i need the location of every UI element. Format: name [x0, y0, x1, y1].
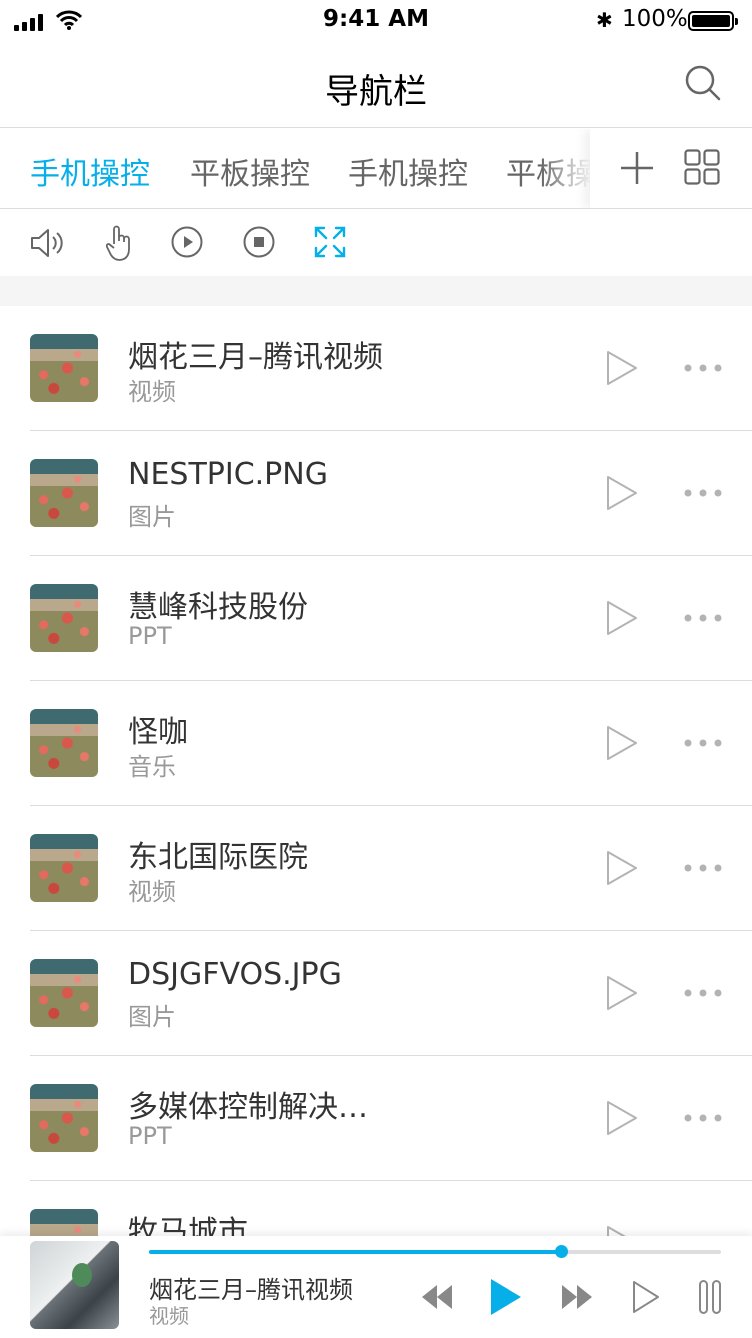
thumbnail-image	[30, 834, 98, 902]
item-name: 东北国际医院	[128, 840, 308, 875]
volume-icon[interactable]	[30, 226, 66, 260]
play-icon[interactable]	[606, 600, 638, 636]
section-separator	[0, 276, 752, 306]
more-icon[interactable]	[684, 864, 722, 872]
play-icon[interactable]	[606, 850, 638, 886]
play-icon[interactable]	[606, 975, 638, 1011]
thumbnail-image	[30, 584, 98, 652]
item-name: DSJGFVOS.JPG	[128, 957, 342, 992]
play-icon[interactable]	[606, 475, 638, 511]
rewind-icon[interactable]	[421, 1284, 453, 1310]
thumbnail-image	[30, 959, 98, 1027]
play-icon[interactable]	[606, 350, 638, 386]
status-bar: 9:41 AM ✱ 100%	[0, 0, 752, 40]
touch-icon[interactable]	[106, 224, 134, 262]
more-icon[interactable]	[684, 989, 722, 997]
play-outline-icon[interactable]	[632, 1280, 660, 1314]
page-title: 导航栏	[325, 72, 427, 112]
search-icon[interactable]	[684, 64, 722, 102]
tab-phone-control-2[interactable]: 手机操控	[348, 149, 468, 193]
item-type: PPT	[128, 622, 172, 650]
list-item[interactable]: 多媒体控制解决… PPT	[0, 1056, 752, 1181]
item-type: 视频	[128, 378, 176, 406]
more-icon[interactable]	[684, 1114, 722, 1122]
control-toolbar	[0, 210, 752, 276]
fullscreen-icon[interactable]	[314, 226, 346, 258]
battery-percent: 100%	[622, 6, 688, 32]
item-type: 视频	[128, 878, 176, 906]
album-cover-image[interactable]	[30, 1241, 119, 1329]
item-name: 烟花三月–腾讯视频	[128, 340, 383, 375]
progress-bar[interactable]	[149, 1245, 721, 1258]
item-type: 图片	[128, 1003, 176, 1031]
item-type: PPT	[128, 1122, 172, 1150]
list-item[interactable]: NESTPIC.PNG 图片	[0, 431, 752, 556]
battery-icon	[688, 11, 738, 31]
bluetooth-icon: ✱	[596, 8, 613, 32]
stop-circle-icon[interactable]	[243, 226, 275, 258]
tab-actions	[590, 129, 752, 208]
pause-icon[interactable]	[699, 1280, 721, 1314]
grid-icon[interactable]	[684, 149, 720, 185]
fast-forward-icon[interactable]	[561, 1284, 593, 1310]
tab-fade	[540, 129, 592, 208]
player-type: 视频	[149, 1304, 189, 1328]
play-icon[interactable]	[606, 725, 638, 761]
item-name: 多媒体控制解决…	[128, 1090, 368, 1125]
mini-player: 烟花三月–腾讯视频 视频	[0, 1236, 752, 1338]
thumbnail-image	[30, 459, 98, 527]
item-type: 音乐	[128, 753, 176, 781]
tab-bar: 手机操控 平板操控 手机操控 平板操控	[0, 129, 752, 209]
play-circle-icon[interactable]	[171, 226, 203, 258]
thumbnail-image	[30, 709, 98, 777]
thumbnail-image	[30, 1084, 98, 1152]
item-name: 怪咖	[128, 715, 188, 750]
more-icon[interactable]	[684, 614, 722, 622]
tab-tablet-control[interactable]: 平板操控	[190, 149, 310, 193]
progress-knob[interactable]	[554, 1245, 568, 1258]
item-type: 图片	[128, 503, 176, 531]
progress-fill	[149, 1250, 561, 1254]
list-item[interactable]: 东北国际医院 视频	[0, 806, 752, 931]
play-icon[interactable]	[606, 1100, 638, 1136]
thumbnail-image	[30, 334, 98, 402]
media-list: 烟花三月–腾讯视频 视频 NESTPIC.PNG 图片 慧峰科技股份 PPT 怪…	[0, 306, 752, 1306]
item-name: NESTPIC.PNG	[128, 457, 328, 492]
item-name: 慧峰科技股份	[128, 590, 308, 625]
more-icon[interactable]	[684, 489, 722, 497]
tab-phone-control[interactable]: 手机操控	[30, 149, 150, 193]
list-item[interactable]: DSJGFVOS.JPG 图片	[0, 931, 752, 1056]
list-item[interactable]: 烟花三月–腾讯视频 视频	[0, 306, 752, 431]
play-button-icon[interactable]	[490, 1278, 522, 1316]
list-item[interactable]: 慧峰科技股份 PPT	[0, 556, 752, 681]
list-item[interactable]: 怪咖 音乐	[0, 681, 752, 806]
more-icon[interactable]	[684, 739, 722, 747]
more-icon[interactable]	[684, 364, 722, 372]
nav-bar: 导航栏	[0, 40, 752, 128]
add-icon[interactable]	[620, 151, 654, 185]
